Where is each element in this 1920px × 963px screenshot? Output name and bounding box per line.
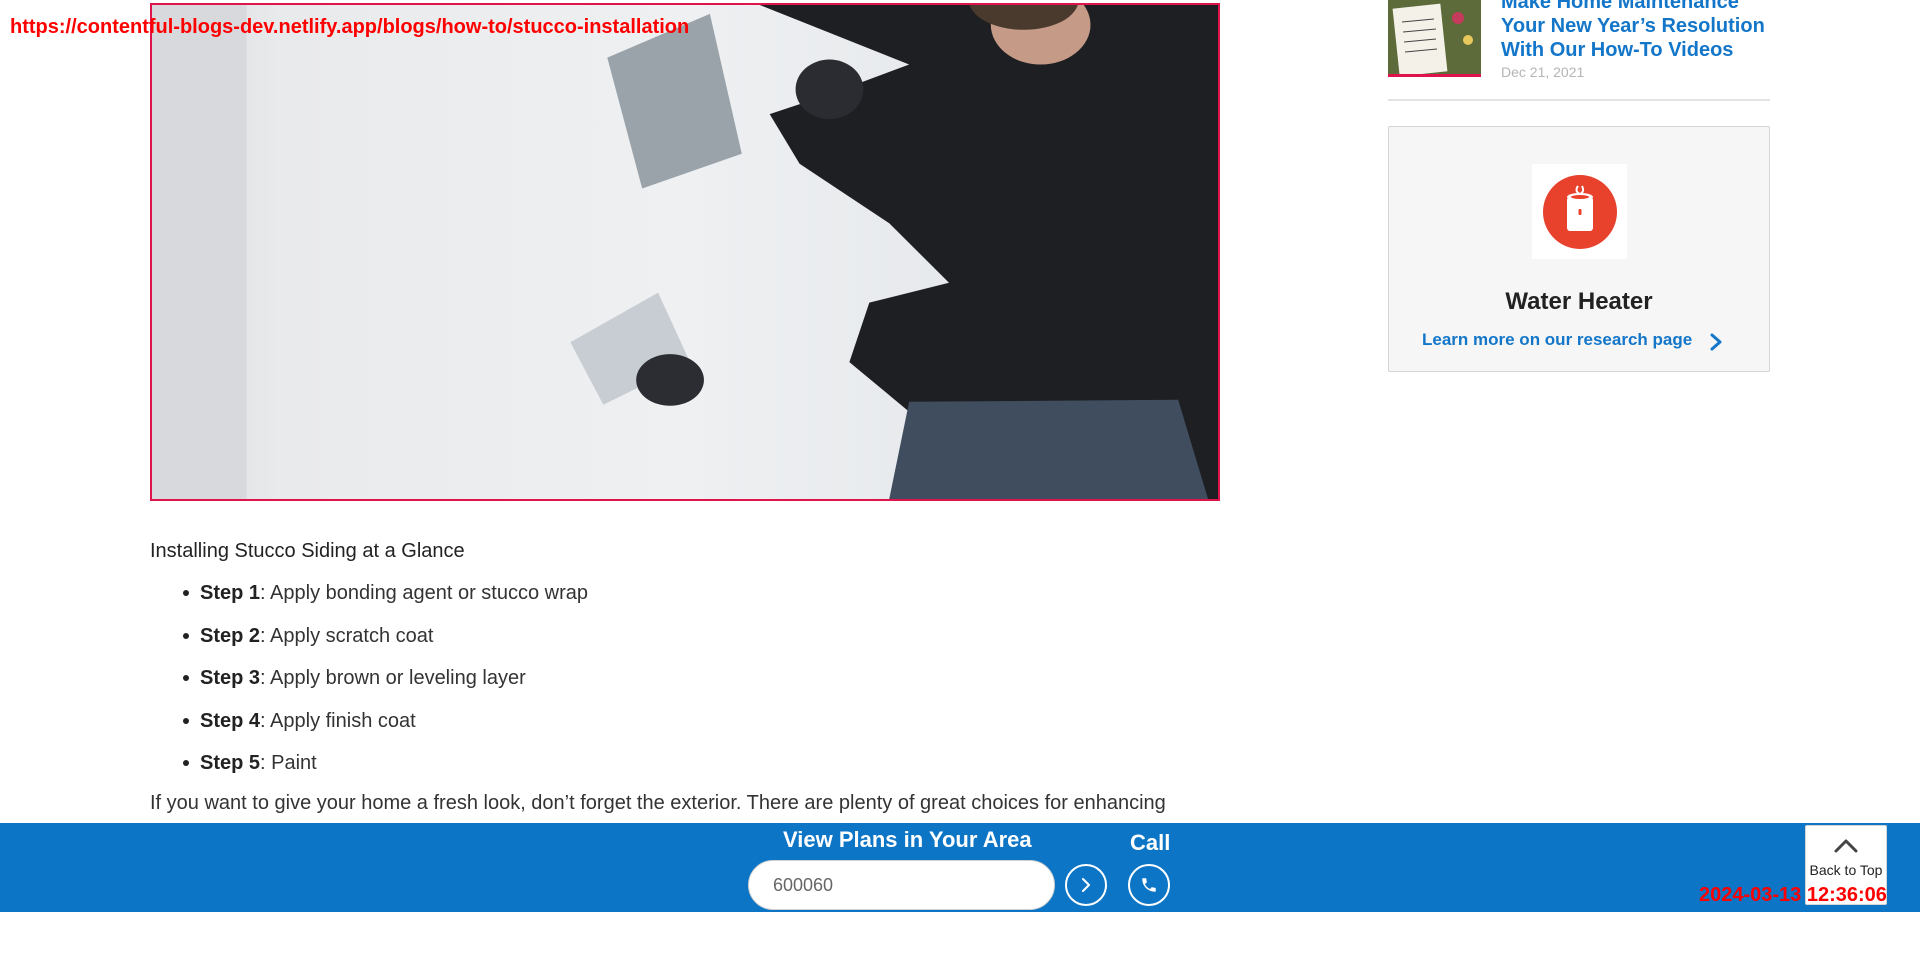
step-label: Step 3	[200, 667, 261, 689]
step-text: : Apply finish coat	[260, 709, 416, 732]
hero-image	[150, 3, 1220, 501]
step-text: : Apply bonding agent or stucco wrap	[260, 582, 589, 604]
plans-bar: View Plans in Your Area Call	[0, 823, 1920, 912]
list-item: Step 3: Apply brown or leveling layer	[183, 666, 1220, 709]
chevron-right-icon[interactable]	[1709, 332, 1723, 352]
research-page-link[interactable]: Learn more on our research page	[1422, 330, 1692, 350]
list-item: Step 1: Apply bonding agent or stucco wr…	[183, 581, 1220, 624]
step-label: Step 2	[200, 624, 261, 647]
sidebar-divider	[1388, 99, 1770, 101]
list-item: Step 4: Apply finish coat	[183, 709, 1220, 752]
glance-title: Installing Stucco Siding at a Glance	[150, 540, 465, 562]
view-plans-label: View Plans in Your Area	[783, 827, 1032, 852]
list-item: Step 2: Apply scratch coat	[183, 624, 1220, 667]
timestamp-overlay: 2024-03-13 12:36:06	[1699, 884, 1887, 906]
call-label: Call	[1130, 830, 1171, 855]
zip-input[interactable]	[748, 860, 1055, 910]
related-post-date: Dec 21, 2021	[1501, 64, 1585, 80]
step-text: : Apply brown or leveling layer	[260, 667, 526, 689]
step-label: Step 4	[200, 709, 261, 732]
chevron-right-icon	[1082, 878, 1090, 892]
step-label: Step 5	[200, 752, 261, 774]
step-text: : Paint	[260, 752, 317, 774]
url-overlay: https://contentful-blogs-dev.netlify.app…	[10, 16, 690, 38]
article-paragraph: If you want to give your home a fresh lo…	[150, 791, 1166, 814]
phone-icon	[1142, 878, 1156, 892]
back-to-top-label: Back to Top	[1809, 862, 1883, 878]
list-item: Step 5: Paint	[183, 751, 1220, 794]
chevron-up-icon	[1834, 839, 1858, 853]
step-label: Step 1	[200, 582, 261, 604]
related-post-title[interactable]: Make Home Maintenance Your New Year’s Re…	[1501, 0, 1771, 62]
water-heater-icon	[1532, 164, 1627, 259]
submit-zip-button[interactable]	[1065, 864, 1107, 906]
water-heater-card: Water Heater Learn more on our research …	[1388, 126, 1770, 372]
steps-list: Step 1: Apply bonding agent or stucco wr…	[150, 581, 1220, 794]
card-title: Water Heater	[1505, 288, 1653, 315]
step-text: : Apply scratch coat	[260, 624, 434, 647]
call-button[interactable]	[1128, 864, 1170, 906]
article-body: Installing Stucco Siding at a Glance Ste…	[150, 540, 1220, 815]
related-post-thumbnail[interactable]	[1388, 0, 1481, 77]
